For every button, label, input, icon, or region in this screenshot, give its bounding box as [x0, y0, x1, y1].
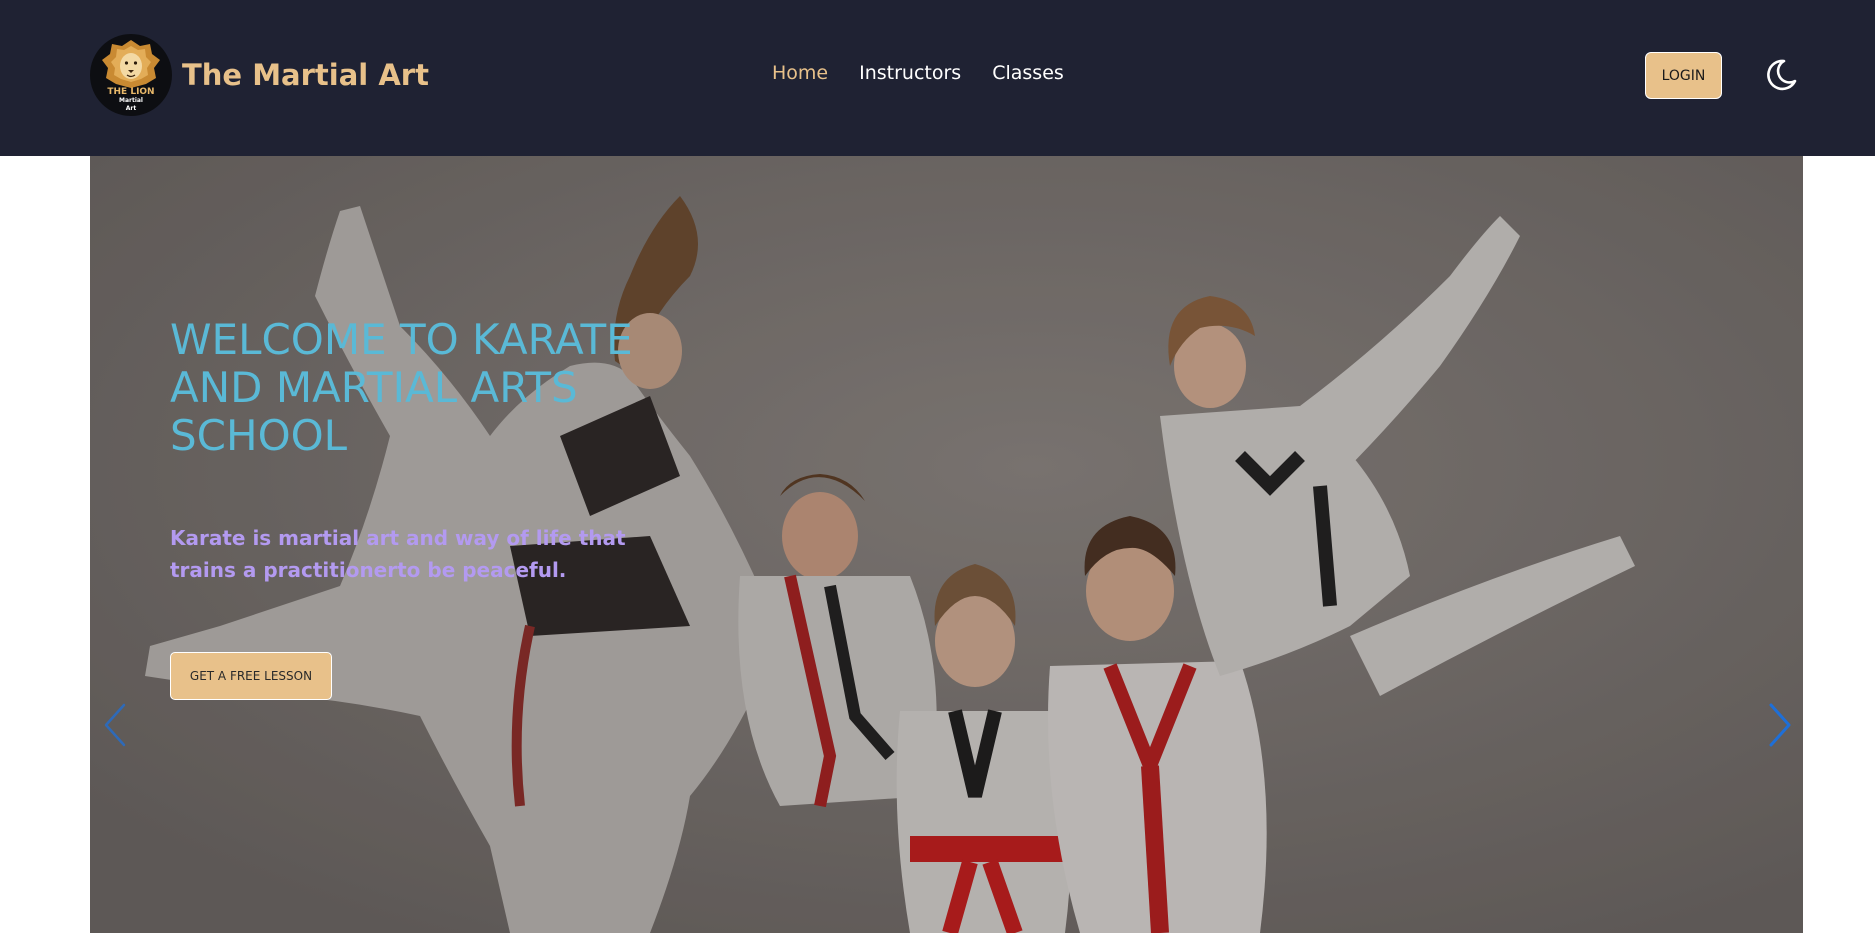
nav-link-instructors[interactable]: Instructors	[859, 62, 961, 84]
moon-icon[interactable]	[1762, 56, 1800, 94]
logo-text-line2: Martial	[118, 97, 143, 104]
nav-link-home[interactable]: Home	[772, 62, 828, 84]
login-button[interactable]: LOGIN	[1645, 52, 1722, 99]
logo-text-line1: THE LION	[107, 87, 155, 97]
top-navbar: THE LION Martial Art The Martial Art Hom…	[0, 0, 1875, 156]
free-lesson-button[interactable]: GET A FREE LESSON	[170, 652, 332, 700]
hero-subtitle: Karate is martial art and way of life th…	[170, 526, 626, 582]
logo-text-line3: Art	[125, 105, 137, 112]
hero-title: WELCOME TO KARATE AND MARTIAL ARTS SCHOO…	[170, 315, 633, 460]
chevron-right-icon[interactable]	[1765, 701, 1795, 749]
brand[interactable]: THE LION Martial Art The Martial Art	[90, 34, 429, 116]
nav-link-classes[interactable]: Classes	[992, 62, 1064, 84]
chevron-left-icon[interactable]	[100, 701, 130, 749]
brand-name[interactable]: The Martial Art	[182, 58, 429, 92]
hero-carousel: WELCOME TO KARATE AND MARTIAL ARTS SCHOO…	[90, 156, 1803, 933]
lion-head-icon: THE LION Martial Art	[90, 34, 172, 116]
main-nav: Home Instructors Classes	[772, 62, 1064, 84]
